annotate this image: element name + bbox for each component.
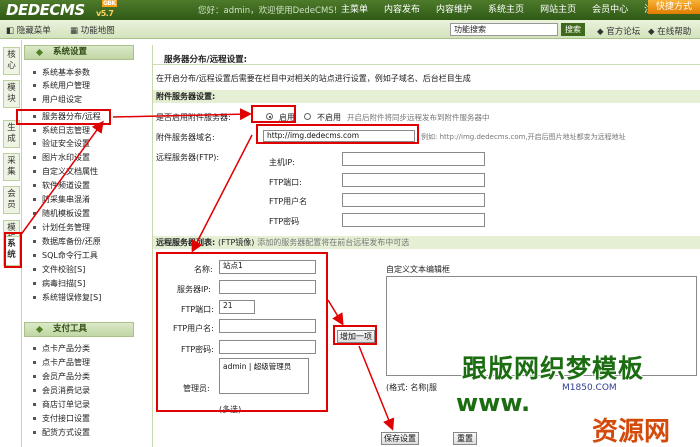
- ftp-port-label: FTP端口:: [269, 178, 302, 187]
- disable-radio[interactable]: [304, 113, 311, 120]
- function-search-input[interactable]: 功能搜索: [450, 23, 558, 36]
- section-bullet-icon: [35, 325, 44, 334]
- menu-sql-tool[interactable]: SQL命令行工具: [24, 250, 98, 261]
- menu-error-repair[interactable]: 系统错误修复[S]: [24, 292, 101, 303]
- tab-member[interactable]: 会员: [3, 186, 20, 214]
- attach-domain-label: 附件服务器域名:: [156, 133, 215, 142]
- nav-site-home[interactable]: 网站主页: [532, 0, 584, 20]
- nav-content-maintain[interactable]: 内容维护: [428, 0, 480, 20]
- dedecms-logo: DEDECMS GBK v5.7: [6, 0, 117, 19]
- ftp-pass-input[interactable]: [342, 213, 485, 227]
- tab-module[interactable]: 模块: [3, 80, 20, 108]
- remote-list-heading: 远程服务器列表: (FTP镜像) 添加的服务器配置将在前台远程发布中可选: [153, 236, 700, 249]
- hide-menu-button[interactable]: ◧ 隐藏菜单: [6, 24, 51, 36]
- menu-security[interactable]: 验证安全设置: [24, 138, 90, 149]
- menu-system-log[interactable]: 系统日志管理: [24, 125, 90, 136]
- menu-card-category[interactable]: 点卡产品分类: [24, 343, 90, 354]
- title-divider: [153, 64, 700, 65]
- ftp-user-label: FTP用户名: [269, 197, 308, 206]
- menu-watermark[interactable]: 图片水印设置: [24, 152, 90, 163]
- watermark-line2: www.: [456, 389, 531, 417]
- menu-member-consumption[interactable]: 会员消费记录: [24, 385, 90, 396]
- nav-main-menu[interactable]: 主菜单: [333, 0, 376, 20]
- logo-text: DEDECMS: [6, 1, 85, 19]
- save-settings-button[interactable]: 保存设置: [381, 432, 419, 445]
- enable-hint: 开启后附件将同步远程发布到附件服务器中: [347, 113, 490, 122]
- search-button[interactable]: 搜索: [561, 23, 585, 36]
- menu-delivery-method[interactable]: 配货方式设置: [24, 427, 90, 438]
- forum-label: 官方论坛: [606, 27, 641, 37]
- function-map-label: 功能地图: [80, 26, 115, 36]
- remote-list-mirror: (FTP镜像): [218, 238, 255, 247]
- sub-toolbar: ◧ 隐藏菜单 ▦ 功能地图 功能搜索 搜索 ◆ 官方论坛 ◆ 在线帮助: [0, 20, 700, 39]
- hide-menu-label: 隐藏菜单: [16, 26, 51, 36]
- highlight-domain-input: [256, 124, 419, 144]
- function-map-button[interactable]: ▦ 功能地图: [70, 24, 115, 36]
- menu-shop-orders[interactable]: 商店订单记录: [24, 399, 90, 410]
- section-bullet-icon: [35, 48, 44, 57]
- remote-list-title: 远程服务器列表:: [156, 238, 216, 247]
- highlight-sidebar-server: [16, 109, 111, 125]
- ftp-pass-label: FTP密码: [269, 217, 300, 226]
- menu-virus-scan[interactable]: 病毒扫描[S]: [24, 278, 85, 289]
- disable-radio-label: 不启用: [317, 113, 341, 122]
- menu-user-management[interactable]: 系统用户管理: [24, 80, 90, 91]
- top-nav: 主菜单 内容发布 内容维护 系统主页 网站主页 会员中心 注销: [333, 0, 670, 20]
- menu-random-template[interactable]: 随机模板设置: [24, 208, 90, 219]
- version-badge: GBK: [102, 0, 117, 7]
- watermark-line1: 跟版网织梦模板: [462, 354, 645, 383]
- attach-server-heading: 附件服务器设置:: [153, 90, 700, 103]
- menu-card-products[interactable]: 点卡产品管理: [24, 357, 90, 368]
- format-hint: (格式: 名称|服: [386, 383, 438, 392]
- tab-collect[interactable]: 采集: [3, 153, 20, 181]
- section-title: 系统设置: [53, 47, 88, 57]
- highlight-remote-list: [156, 252, 328, 412]
- watermark: 跟版网织梦模板 www. M1850.COM 资源网: [450, 345, 700, 447]
- ftp-user-input[interactable]: [342, 193, 485, 207]
- host-ip-input[interactable]: [342, 152, 485, 166]
- menu-user-group[interactable]: 用户组设定: [24, 94, 82, 105]
- highlight-add-button: [333, 325, 377, 345]
- help-label: 在线帮助: [657, 27, 692, 37]
- nav-system-home[interactable]: 系统主页: [480, 0, 532, 20]
- menu-db-backup[interactable]: 数据库备份/还原: [24, 236, 101, 247]
- top-header: DEDECMS GBK v5.7 您好：admin，欢迎使用DedeCMS! 主…: [0, 0, 700, 20]
- menu-payment-interface[interactable]: 支付接口设置: [24, 413, 90, 424]
- menu-anti-collect[interactable]: 防采集串混淆: [24, 194, 90, 205]
- remote-list-hint: 添加的服务器配置将在前台远程发布中可选: [257, 238, 410, 247]
- menu-file-verify[interactable]: 文件校验[S]: [24, 264, 85, 275]
- tab-core[interactable]: 核心: [3, 47, 20, 75]
- nav-member-center[interactable]: 会员中心: [584, 0, 636, 20]
- sidebar-menu: 系统设置 系统基本参数 系统用户管理 用户组设定 服务器分布/远程 系统日志管理…: [24, 40, 134, 447]
- nav-content-publish[interactable]: 内容发布: [376, 0, 428, 20]
- quick-access-button[interactable]: 快捷方式: [648, 0, 700, 14]
- menu-custom-attrs[interactable]: 自定义文档属性: [24, 166, 98, 177]
- menu-basic-params[interactable]: 系统基本参数: [24, 67, 90, 78]
- watermark-line3: M1850.COM: [562, 383, 617, 393]
- help-icon: ◆: [648, 27, 655, 37]
- highlight-tab-system: [4, 232, 22, 268]
- ftp-port-input[interactable]: [342, 173, 485, 187]
- menu-scheduled-tasks[interactable]: 计划任务管理: [24, 222, 90, 233]
- section-system-settings[interactable]: 系统设置: [24, 45, 134, 60]
- highlight-enable-radio: [251, 105, 296, 123]
- enable-attach-label: 是否启用附件服务器:: [156, 113, 231, 122]
- menu-software-channel[interactable]: 软件频道设置: [24, 180, 90, 191]
- page-description: 在开启分布/远程设置后需要在栏目中对相关的站点进行设置，例如子域名、后台栏目生成: [156, 74, 471, 83]
- watermark-line4: 资源网: [592, 417, 671, 447]
- welcome-text: 您好：admin，欢迎使用DedeCMS!: [198, 6, 338, 16]
- forum-icon: ◆: [597, 27, 604, 37]
- official-forum-link[interactable]: ◆ 官方论坛: [597, 25, 640, 37]
- section-title: 支付工具: [53, 324, 88, 334]
- domain-hint: 例如: http://img.dedecms.com,开启后图片地址都变为远程地…: [421, 133, 626, 141]
- online-help-link[interactable]: ◆ 在线帮助: [648, 25, 691, 37]
- version-label: v5.7: [96, 9, 114, 18]
- remote-ftp-label: 远程服务器(FTP):: [156, 153, 220, 162]
- custom-editor-label: 自定义文本编辑框: [386, 265, 450, 274]
- section-payment-tools[interactable]: 支付工具: [24, 322, 134, 337]
- menu-member-product-category[interactable]: 会员产品分类: [24, 371, 90, 382]
- host-ip-label: 主机IP:: [269, 158, 295, 167]
